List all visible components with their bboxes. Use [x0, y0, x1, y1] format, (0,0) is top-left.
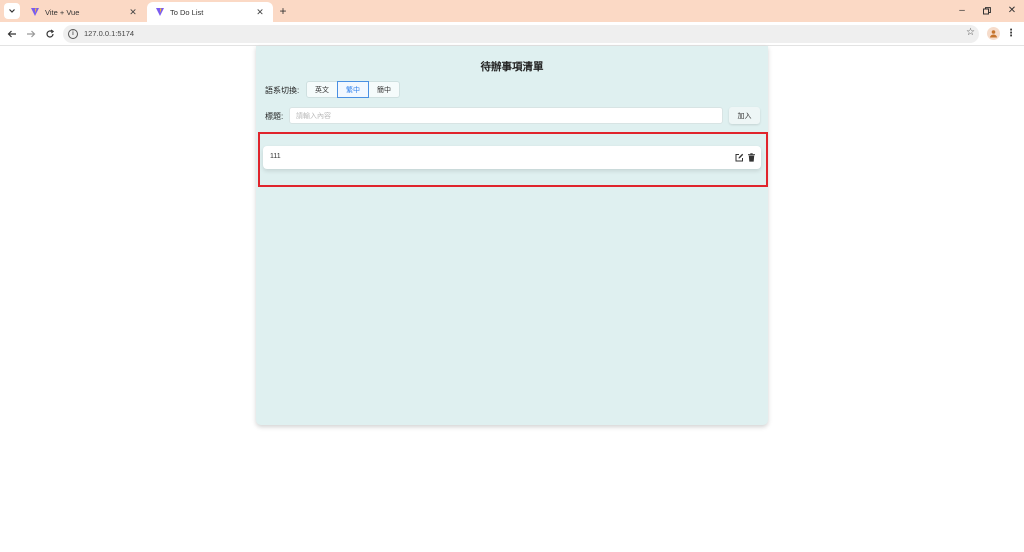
profile-icon[interactable] [987, 27, 1000, 40]
address-bar[interactable]: i 127.0.0.1:5174 ☆ [63, 25, 979, 43]
tab-search-button[interactable] [4, 3, 20, 19]
restore-icon[interactable] [976, 2, 998, 20]
close-window-icon[interactable]: ✕ [1001, 2, 1023, 20]
bookmark-star-icon[interactable]: ☆ [966, 27, 975, 38]
edit-icon[interactable] [734, 152, 744, 162]
back-icon[interactable] [4, 26, 20, 42]
close-icon[interactable]: ✕ [255, 7, 265, 18]
title-field-label: 標題: [265, 112, 284, 121]
minimize-icon[interactable]: – [951, 2, 973, 20]
forward-icon[interactable] [23, 26, 39, 42]
menu-kebab-icon[interactable]: ⋮ [1006, 26, 1016, 42]
vite-favicon-icon [156, 8, 164, 16]
todo-item-text: 111 [270, 153, 281, 160]
language-option-simplified-chinese[interactable]: 簡中 [368, 81, 400, 98]
language-option-english[interactable]: 英文 [306, 81, 338, 98]
todo-title-input[interactable] [289, 107, 723, 124]
language-switch-label: 語系切換: [265, 86, 300, 95]
vite-favicon-icon [31, 8, 39, 16]
page-title: 待辦事項清單 [480, 61, 544, 73]
site-info-icon[interactable]: i [68, 29, 78, 39]
todo-item-actions [734, 152, 756, 162]
tab-title: Vite + Vue [45, 7, 80, 17]
add-todo-button[interactable]: 加入 [729, 107, 760, 124]
language-option-traditional-chinese[interactable]: 繁中 [337, 81, 369, 98]
tab-vite-vue[interactable]: Vite + Vue ✕ [22, 2, 146, 22]
tab-search-icon [9, 9, 15, 13]
list-item: 111 [263, 146, 761, 169]
todo-app-card: 待辦事項清單 語系切換: 英文 繁中 簡中 標題: 加入 [256, 46, 768, 425]
close-icon[interactable]: ✕ [128, 7, 138, 18]
trash-icon[interactable] [746, 152, 756, 162]
tab-title: To Do List [170, 7, 204, 17]
url-text: 127.0.0.1:5174 [84, 29, 135, 38]
browser-toolbar: i 127.0.0.1:5174 ☆ ⋮ [0, 22, 1024, 46]
browser-tab-bar: Vite + Vue ✕ To Do List ✕ + – ✕ [0, 0, 1024, 22]
tab-to-do-list[interactable]: To Do List ✕ [147, 2, 273, 22]
language-switch-group: 英文 繁中 簡中 [306, 81, 400, 98]
reload-icon[interactable] [42, 26, 58, 42]
plus-icon[interactable]: + [276, 3, 290, 19]
